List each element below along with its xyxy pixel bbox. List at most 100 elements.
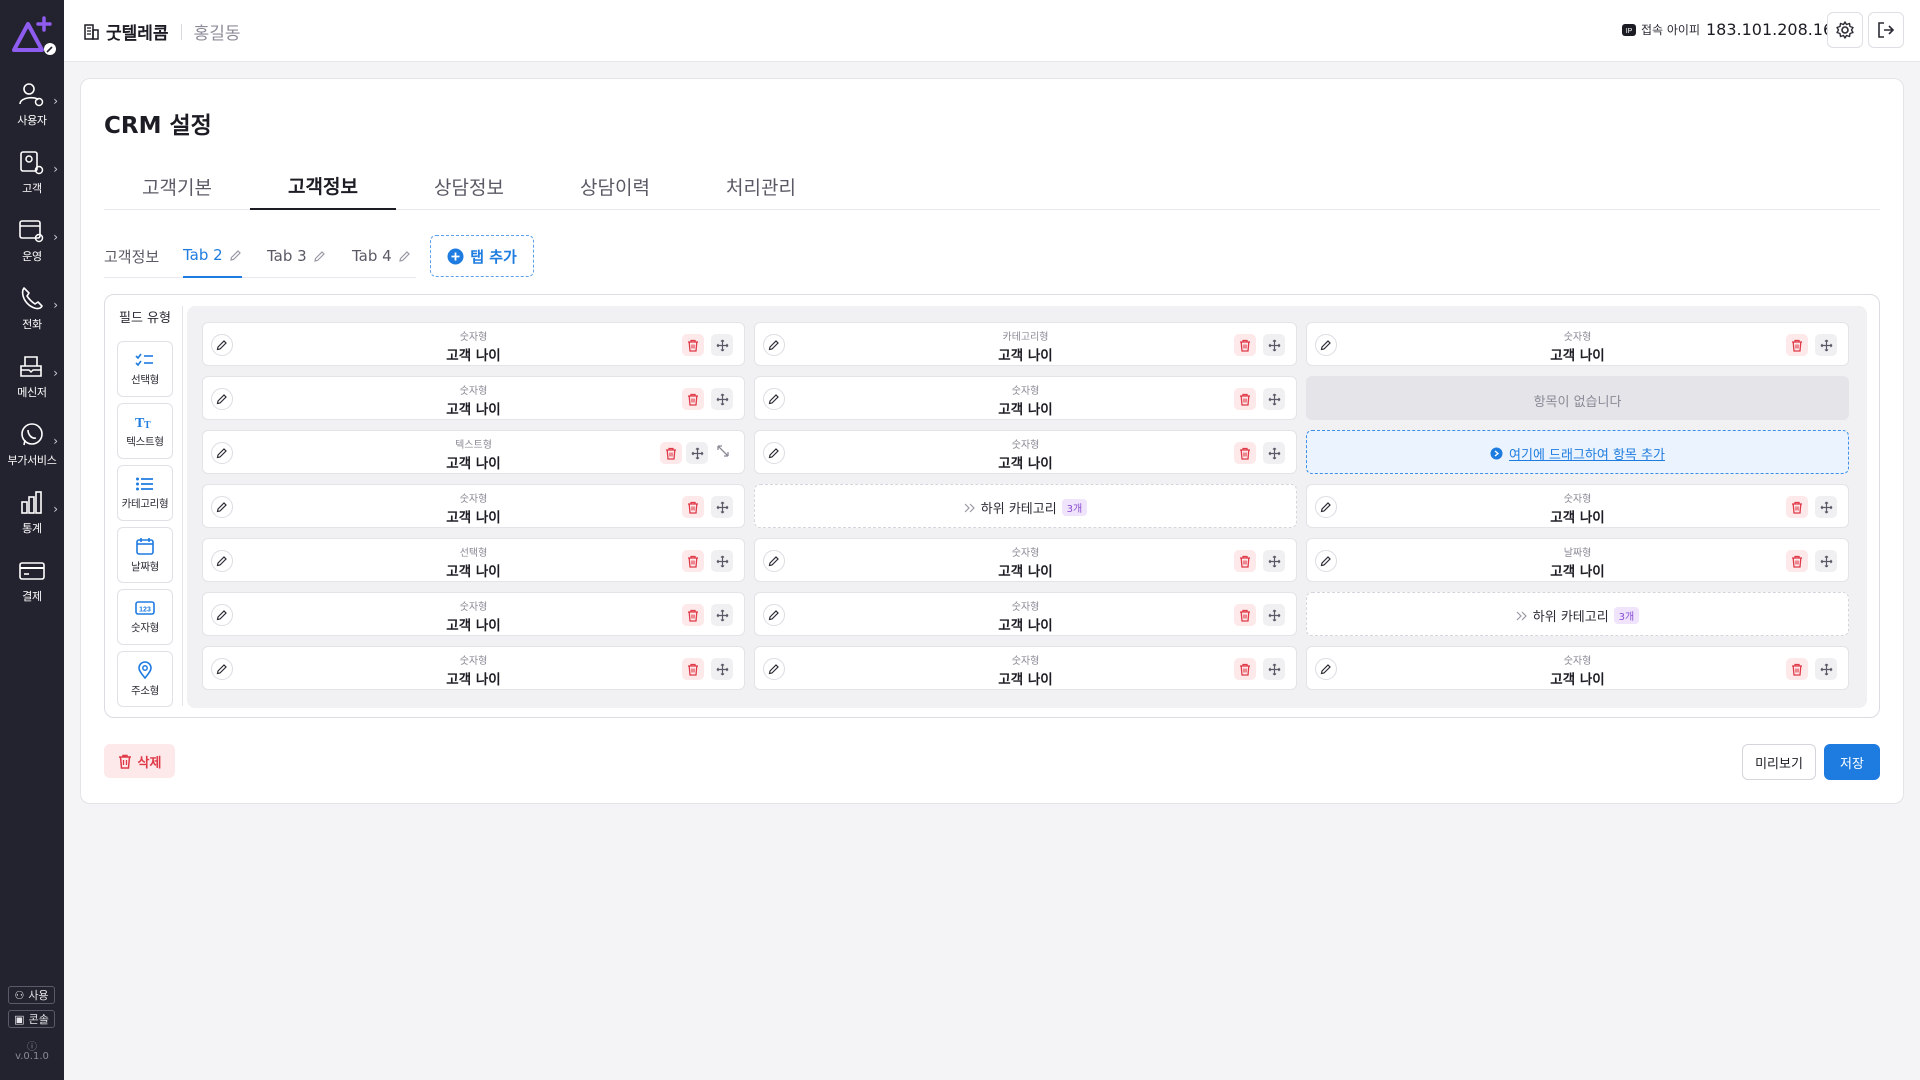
move-handle[interactable] [711,334,733,356]
delete-field-button[interactable] [1234,604,1256,626]
move-handle[interactable] [711,496,733,518]
move-handle[interactable] [686,442,708,464]
field-item[interactable]: 숫자형 고객 나이 [1306,646,1849,690]
delete-field-button[interactable] [1234,334,1256,356]
delete-field-button[interactable] [1786,550,1808,572]
pencil-icon[interactable] [398,250,411,263]
sidebar-item-messenger[interactable]: 메신저 › [0,350,64,410]
subtab-tab3[interactable]: Tab 3 [267,234,326,278]
field-type-divider [182,306,183,706]
tab-customer-basic[interactable]: 고객기본 [104,162,250,210]
pencil-icon[interactable] [229,249,242,262]
field-type-date[interactable]: 날짜형 [117,527,173,583]
chevron-right-icon: › [53,298,58,312]
delete-field-button[interactable] [682,388,704,410]
delete-field-button[interactable] [1786,334,1808,356]
delete-field-button[interactable] [682,658,704,680]
delete-field-button[interactable] [1234,550,1256,572]
subcategory-label[interactable]: 하위 카테고리 3개 [1307,606,1848,625]
move-handle[interactable] [1815,550,1837,572]
field-name-text: 고객 나이 [998,564,1053,580]
field-item[interactable]: 숫자형 고객 나이 [202,592,745,636]
field-item[interactable]: 숫자형 고객 나이 [202,646,745,690]
move-handle[interactable] [711,388,733,410]
logout-button[interactable] [1868,12,1904,48]
delete-field-button[interactable] [682,550,704,572]
sidebar-item-payment[interactable]: 결제 [0,554,64,614]
delete-field-button[interactable] [682,604,704,626]
tab-process-management[interactable]: 처리관리 [688,162,834,210]
move-handle[interactable] [1263,334,1285,356]
user-mode-button[interactable]: ⚇ 사용 [8,986,55,1004]
subcategory-slot[interactable]: 하위 카테고리 3개 [754,484,1297,528]
field-item[interactable]: 숫자형 고객 나이 [1306,484,1849,528]
move-handle[interactable] [1815,496,1837,518]
sidebar-item-stats[interactable]: 통계 › [0,486,64,546]
delete-field-button[interactable] [660,442,682,464]
tab-consult-history[interactable]: 상담이력 [542,162,688,210]
field-item[interactable]: 숫자형 고객 나이 [754,376,1297,420]
preview-button[interactable]: 미리보기 [1742,744,1816,780]
field-item[interactable]: 숫자형 고객 나이 [1306,322,1849,366]
move-handle[interactable] [1263,388,1285,410]
field-type-select[interactable]: 선택형 [117,341,173,397]
delete-field-button[interactable] [682,334,704,356]
drop-zone-label[interactable]: 여기에 드래그하여 항목 추가 [1307,444,1848,463]
delete-field-button[interactable] [682,496,704,518]
field-type-text[interactable]: TT 텍스트형 [117,403,173,459]
tab-customer-info[interactable]: 고객정보 [250,162,396,210]
move-handle[interactable] [1263,658,1285,680]
delete-field-button[interactable] [1234,442,1256,464]
field-item[interactable]: 숫자형 고객 나이 [202,322,745,366]
field-item[interactable]: 숫자형 고객 나이 [754,538,1297,582]
field-item[interactable]: 숫자형 고객 나이 [754,430,1297,474]
subcategory-slot[interactable]: 하위 카테고리 3개 [1306,592,1849,636]
subtab-customer-info[interactable]: 고객정보 [104,234,159,278]
move-handle[interactable] [1263,604,1285,626]
field-item[interactable]: 날짜형 고객 나이 [1306,538,1849,582]
tab-consult-info[interactable]: 상담정보 [396,162,542,210]
move-icon [716,609,728,621]
field-item[interactable]: 선택형 고객 나이 [202,538,745,582]
move-handle[interactable] [1815,658,1837,680]
settings-button[interactable] [1827,12,1863,48]
delete-field-button[interactable] [1786,496,1808,518]
move-handle[interactable] [711,550,733,572]
field-item[interactable]: 숫자형 고객 나이 [202,484,745,528]
field-item[interactable]: 숫자형 고객 나이 [754,646,1297,690]
move-handle[interactable] [1815,334,1837,356]
delete-button[interactable]: 삭제 [104,744,175,778]
user-name: 홍길동 [193,24,241,44]
console-button[interactable]: ▣ 콘솔 [8,1010,55,1028]
move-handle[interactable] [711,658,733,680]
sidebar-item-addon[interactable]: 부가서비스 › [0,418,64,478]
field-type-address[interactable]: 주소형 [117,651,173,707]
add-tab-button[interactable]: 탭 추가 [430,235,534,277]
field-item[interactable]: 숫자형 고객 나이 [754,592,1297,636]
delete-field-button[interactable] [1234,388,1256,410]
move-handle[interactable] [1263,550,1285,572]
sidebar-item-phone[interactable]: 전화 › [0,282,64,342]
drop-zone[interactable]: 여기에 드래그하여 항목 추가 [1306,430,1849,474]
delete-field-button[interactable] [1234,658,1256,680]
move-handle[interactable] [711,604,733,626]
field-item[interactable]: 텍스트형 고객 나이 [202,430,745,474]
field-type-text: 숫자형 [1563,332,1592,343]
resize-handle[interactable] [716,444,730,458]
subtab-tab2[interactable]: Tab 2 [183,234,242,278]
delete-field-button[interactable] [1786,658,1808,680]
field-item[interactable]: 카테고리형 고객 나이 [754,322,1297,366]
save-button[interactable]: 저장 [1824,744,1880,780]
subtab-tab4[interactable]: Tab 4 [352,234,411,278]
app-logo[interactable] [10,14,56,58]
sidebar-item-operation[interactable]: 운영 › [0,214,64,274]
subcategory-label[interactable]: 하위 카테고리 3개 [755,498,1296,517]
field-type-category[interactable]: 카테고리형 [117,465,173,521]
sidebar-item-customer[interactable]: 고객 › [0,146,64,206]
move-handle[interactable] [1263,442,1285,464]
field-name-text: 고객 나이 [998,456,1053,472]
field-item[interactable]: 숫자형 고객 나이 [202,376,745,420]
field-type-number[interactable]: 123 숫자형 [117,589,173,645]
pencil-icon[interactable] [313,250,326,263]
sidebar-item-user[interactable]: 사용자 › [0,78,64,138]
